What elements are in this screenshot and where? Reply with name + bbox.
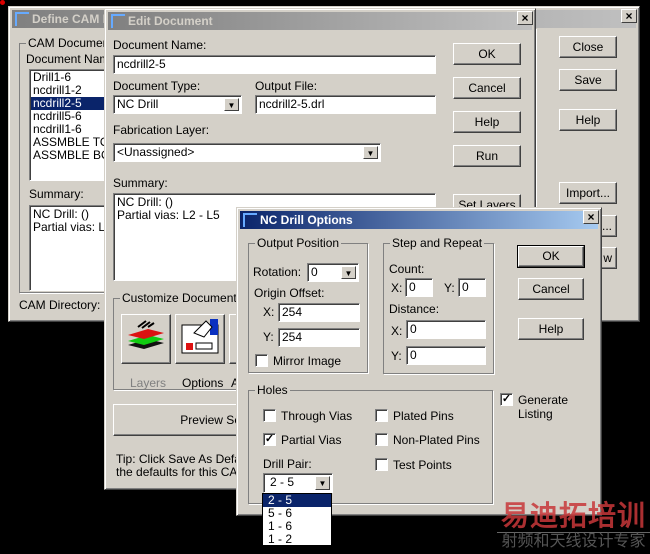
close-button[interactable]: Close xyxy=(559,36,617,58)
cam-directory-label: CAM Directory: xyxy=(19,298,101,312)
chevron-down-icon[interactable]: ▼ xyxy=(341,266,356,279)
origin-offset-label: Origin Offset: xyxy=(254,286,325,300)
chevron-down-icon[interactable]: ▼ xyxy=(315,476,330,490)
layers-button[interactable] xyxy=(121,314,171,364)
plated-pins-label: Plated Pins xyxy=(393,409,454,423)
help-button[interactable]: Help xyxy=(453,111,521,133)
document-name-label: Document Name: xyxy=(113,38,207,52)
x-label: X: xyxy=(391,281,403,295)
close-icon[interactable]: × xyxy=(517,11,533,25)
dropdown-option[interactable]: 1 - 2 xyxy=(263,533,331,546)
document-name-input[interactable]: ncdrill2-5 xyxy=(113,55,436,74)
options-button[interactable] xyxy=(175,314,225,364)
close-icon[interactable]: × xyxy=(621,9,637,23)
generate-listing-label: Generate Listing xyxy=(518,393,569,421)
count-label: Count: xyxy=(389,262,425,276)
partial-vias-checkbox[interactable]: ✓ xyxy=(263,433,276,446)
cancel-button[interactable]: Cancel xyxy=(453,77,521,99)
plated-pins-checkbox[interactable] xyxy=(375,409,388,422)
rotation-select[interactable]: 0 ▼ xyxy=(307,263,359,282)
nc-drill-titlebar: NC Drill Options xyxy=(240,211,598,229)
test-points-checkbox[interactable] xyxy=(375,458,388,471)
origin-y-input[interactable]: 254 xyxy=(278,328,360,347)
ok-button[interactable]: OK xyxy=(453,43,521,65)
summary-label: Summary: xyxy=(113,176,168,190)
mirror-image-checkbox[interactable] xyxy=(255,354,268,367)
partial-vias-label: Partial Vias xyxy=(281,433,342,447)
y-label: Y: xyxy=(391,349,402,363)
app-icon xyxy=(15,12,29,26)
distance-label: Distance: xyxy=(389,302,440,316)
help-button[interactable]: Help xyxy=(559,109,617,131)
drill-pair-label: Drill Pair: xyxy=(263,457,312,471)
drill-pair-dropdown-list[interactable]: 2 - 5 5 - 6 1 - 6 1 - 2 xyxy=(262,493,332,546)
import-button[interactable]: Import... xyxy=(559,182,617,204)
layers-label: Layers xyxy=(130,376,167,390)
non-plated-pins-checkbox[interactable] xyxy=(375,433,388,446)
fabrication-layer-select[interactable]: <Unassigned> ▼ xyxy=(113,143,381,162)
mirror-image-label: Mirror Image xyxy=(273,354,342,368)
options-label: Options xyxy=(182,376,224,390)
layers-icon xyxy=(128,320,164,349)
ok-button[interactable]: OK xyxy=(517,245,585,268)
close-icon[interactable]: × xyxy=(583,210,599,224)
chevron-down-icon[interactable]: ▼ xyxy=(363,146,378,159)
y-label: Y: xyxy=(444,281,455,295)
summary-label: Summary: xyxy=(29,187,84,201)
output-file-input[interactable]: ncdrill2-5.drl xyxy=(255,95,436,114)
run-button[interactable]: Run xyxy=(453,145,521,167)
chevron-down-icon[interactable]: ▼ xyxy=(224,98,239,111)
app-icon xyxy=(243,213,257,227)
options-icon xyxy=(181,319,219,354)
output-file-label: Output File: xyxy=(255,79,318,93)
count-y-input[interactable]: 0 xyxy=(458,278,486,297)
non-plated-pins-label: Non-Plated Pins xyxy=(393,433,480,447)
generate-listing-checkbox[interactable]: ✓ xyxy=(500,393,513,406)
through-vias-label: Through Vias xyxy=(281,409,353,423)
help-button[interactable]: Help xyxy=(518,318,584,340)
cancel-button[interactable]: Cancel xyxy=(518,278,584,300)
distance-x-input[interactable]: 0 xyxy=(406,320,486,339)
document-type-select[interactable]: NC Drill ▼ xyxy=(113,95,242,114)
x-label: X: xyxy=(391,324,403,338)
test-points-label: Test Points xyxy=(393,458,452,472)
count-x-input[interactable]: 0 xyxy=(405,278,433,297)
document-type-label: Document Type: xyxy=(113,79,201,93)
rotation-label: Rotation: xyxy=(253,265,302,279)
document-name-label: Document Name xyxy=(26,52,117,66)
save-button[interactable]: Save xyxy=(559,69,617,91)
distance-y-input[interactable]: 0 xyxy=(406,346,486,365)
origin-x-input[interactable]: 254 xyxy=(278,303,360,322)
x-label: X: xyxy=(263,305,275,319)
through-vias-checkbox[interactable] xyxy=(263,409,276,422)
red-dot xyxy=(0,0,5,5)
app-icon xyxy=(111,14,125,28)
watermark-logo: 易迪拓培训 射频和天线设计专家 xyxy=(497,500,650,551)
drill-pair-select[interactable]: 2 - 5 ▼ xyxy=(263,473,333,493)
edit-document-titlebar: Edit Document xyxy=(108,12,532,30)
fabrication-layer-label: Fabrication Layer: xyxy=(113,123,210,137)
nc-drill-options-dialog: NC Drill Options × Output Position Rotat… xyxy=(236,207,602,516)
y-label: Y: xyxy=(263,330,274,344)
